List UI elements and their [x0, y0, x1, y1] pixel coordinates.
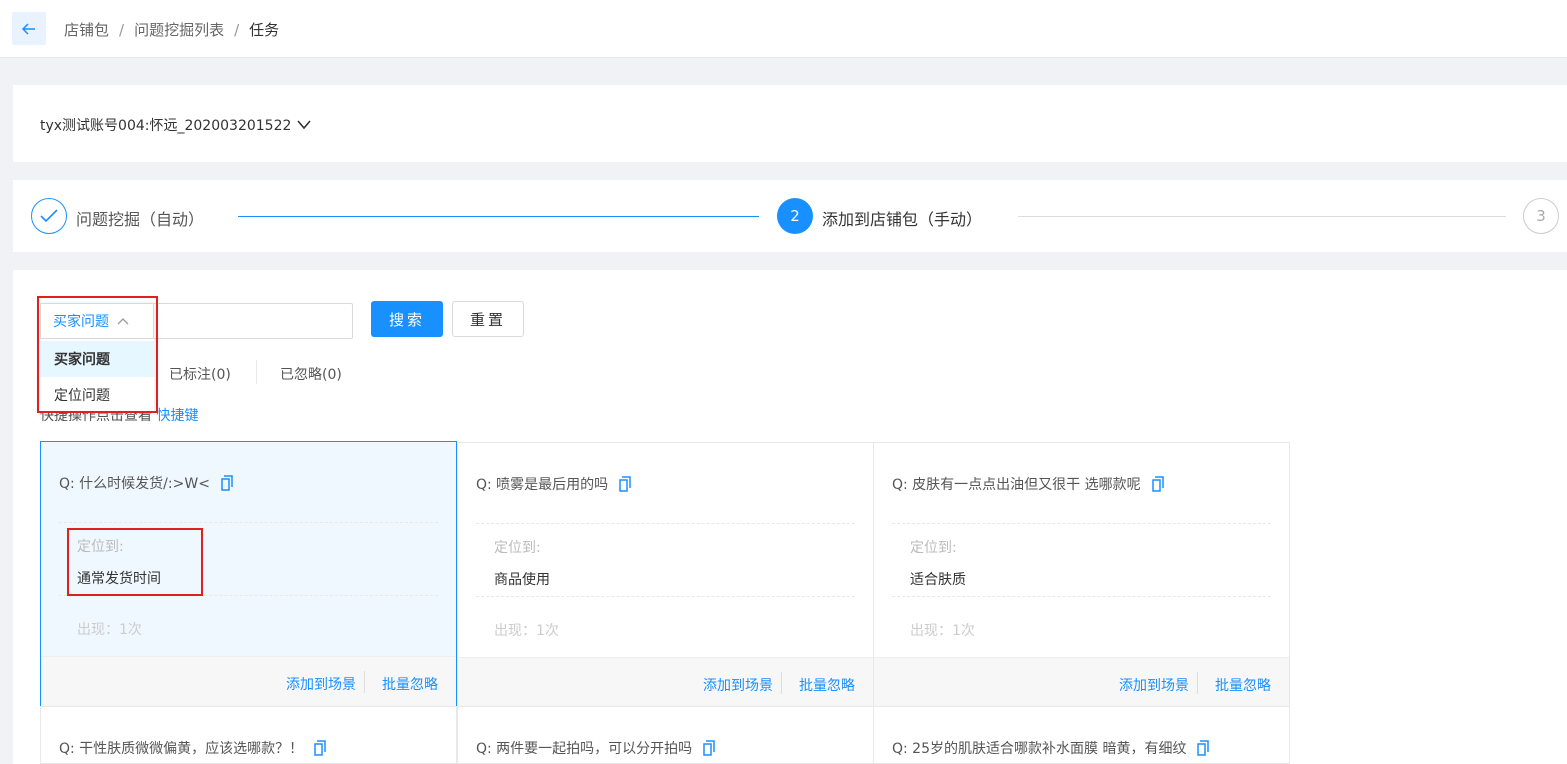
- divider: [59, 522, 438, 523]
- arrow-left-icon: [21, 22, 35, 35]
- card-footer: 添加到场景 批量忽略: [458, 657, 873, 707]
- step-1-indicator: [31, 198, 67, 234]
- question-text: Q: 皮肤有一点点出油但又很干 选哪款呢: [892, 474, 1165, 494]
- copy-icon[interactable]: [618, 476, 632, 492]
- highlight-box: [67, 528, 203, 596]
- question-label: Q: 皮肤有一点点出油但又很干 选哪款呢: [892, 477, 1141, 493]
- question-card[interactable]: Q: 干性肤质微微偏黄，应该选哪款？！: [40, 706, 457, 764]
- batch-ignore-button[interactable]: 批量忽略: [382, 674, 438, 694]
- progress-steps: 问题挖掘（自动） 2 添加到店铺包（手动） 3: [13, 180, 1567, 252]
- question-text: Q: 喷雾是最后用的吗: [476, 474, 632, 494]
- copy-icon[interactable]: [1196, 740, 1210, 756]
- question-card[interactable]: Q: 喷雾是最后用的吗 定位到: 商品使用 出现：1次 添加到场景 批量忽略: [457, 442, 874, 707]
- copy-icon[interactable]: [313, 740, 327, 756]
- step-2-indicator: 2: [777, 198, 813, 234]
- add-to-scene-button[interactable]: 添加到场景: [1119, 675, 1189, 695]
- question-label: Q: 干性肤质微微偏黄，应该选哪款？！: [59, 741, 304, 757]
- footer-divider: [364, 671, 365, 693]
- located-label: 定位到:: [910, 540, 957, 556]
- divider: [476, 596, 855, 597]
- appear-count: 出现：1次: [77, 622, 142, 638]
- card-footer: 添加到场景 批量忽略: [41, 656, 456, 706]
- step-connector: [1018, 216, 1506, 217]
- copy-icon[interactable]: [220, 475, 234, 491]
- located-value: 适合肤质: [910, 572, 966, 588]
- divider: [892, 596, 1271, 597]
- back-button[interactable]: [12, 12, 46, 45]
- question-text: Q: 25岁的肌肤适合哪款补水面膜 暗黄，有细纹: [892, 738, 1210, 758]
- question-text: Q: 干性肤质微微偏黄，应该选哪款？！: [59, 738, 327, 758]
- add-to-scene-button[interactable]: 添加到场景: [703, 675, 773, 695]
- question-label: Q: 25岁的肌肤适合哪款补水面膜 暗黄，有细纹: [892, 741, 1187, 757]
- check-icon: [40, 209, 58, 223]
- question-text: Q: 两件要一起拍吗，可以分开拍吗: [476, 738, 716, 758]
- footer-divider: [1197, 672, 1198, 694]
- reset-button[interactable]: 重置: [452, 301, 524, 337]
- tab-marked[interactable]: 已标注(0): [169, 364, 231, 384]
- step-2-label: 添加到店铺包（手动）: [822, 210, 983, 229]
- divider: [476, 523, 855, 524]
- batch-ignore-button[interactable]: 批量忽略: [1215, 675, 1271, 695]
- question-text: Q: 什么时候发货/:>W<: [59, 473, 234, 493]
- located-value: 商品使用: [494, 572, 550, 588]
- account-name: tyx测试账号004:怀远_202003201522: [40, 118, 292, 134]
- batch-ignore-button[interactable]: 批量忽略: [799, 675, 855, 695]
- copy-icon[interactable]: [1151, 476, 1165, 492]
- breadcrumb-separator: /: [119, 20, 125, 39]
- card-footer: 添加到场景 批量忽略: [874, 657, 1289, 707]
- search-input[interactable]: [145, 303, 353, 339]
- breadcrumb: 店铺包 / 问题挖掘列表 / 任务: [64, 19, 279, 40]
- tab-ignored[interactable]: 已忽略(0): [280, 364, 342, 384]
- top-bar: 店铺包 / 问题挖掘列表 / 任务: [0, 0, 1567, 58]
- question-card[interactable]: Q: 两件要一起拍吗，可以分开拍吗: [457, 706, 874, 764]
- breadcrumb-item-question-list[interactable]: 问题挖掘列表: [134, 19, 224, 40]
- tab-divider: [256, 360, 257, 384]
- question-card[interactable]: Q: 皮肤有一点点出油但又很干 选哪款呢 定位到: 适合肤质 出现：1次 添加到…: [873, 442, 1290, 707]
- question-label: Q: 两件要一起拍吗，可以分开拍吗: [476, 741, 693, 757]
- breadcrumb-separator: /: [234, 20, 240, 39]
- step-connector: [238, 216, 759, 217]
- chevron-down-icon: [297, 120, 311, 130]
- shortcut-link[interactable]: 快捷键: [156, 408, 198, 424]
- appear-count: 出现：1次: [494, 623, 559, 639]
- copy-icon[interactable]: [702, 740, 716, 756]
- add-to-scene-button[interactable]: 添加到场景: [286, 674, 356, 694]
- footer-divider: [781, 672, 782, 694]
- account-select[interactable]: tyx测试账号004:怀远_202003201522: [40, 115, 311, 135]
- highlight-box: [37, 296, 158, 413]
- question-label: Q: 什么时候发货/:>W<: [59, 476, 210, 492]
- step-1-label: 问题挖掘（自动）: [76, 210, 205, 229]
- step-3-indicator: 3: [1523, 198, 1559, 234]
- appear-count: 出现：1次: [910, 623, 975, 639]
- question-label: Q: 喷雾是最后用的吗: [476, 477, 609, 493]
- search-button[interactable]: 搜索: [371, 301, 443, 337]
- divider: [892, 523, 1271, 524]
- question-card[interactable]: Q: 25岁的肌肤适合哪款补水面膜 暗黄，有细纹: [873, 706, 1290, 764]
- breadcrumb-item-current: 任务: [249, 21, 280, 39]
- account-bar: tyx测试账号004:怀远_202003201522: [13, 85, 1567, 162]
- located-label: 定位到:: [494, 540, 541, 556]
- breadcrumb-item-shop-package[interactable]: 店铺包: [64, 19, 109, 40]
